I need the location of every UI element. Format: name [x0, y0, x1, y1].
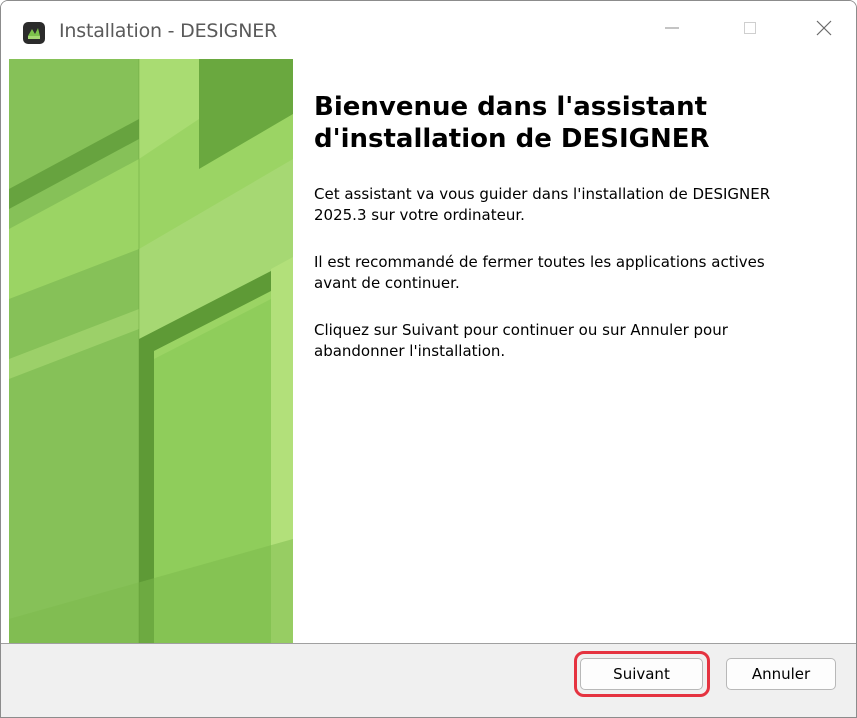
instruction-line-2: abandonner l'installation.: [314, 342, 506, 360]
intro-line-1: Cet assistant va vous guider dans l'inst…: [314, 185, 771, 203]
cancel-button[interactable]: Annuler: [726, 658, 836, 690]
instruction-paragraph: Cliquez sur Suivant pour continuer ou su…: [314, 320, 834, 362]
heading-line-1: Bienvenue dans l'assistant: [314, 92, 708, 122]
instruction-line-1: Cliquez sur Suivant pour continuer ou su…: [314, 321, 728, 339]
intro-paragraph: Cet assistant va vous guider dans l'inst…: [314, 184, 834, 226]
welcome-heading: Bienvenue dans l'assistant d'installatio…: [314, 91, 834, 155]
maximize-button[interactable]: [719, 1, 781, 59]
minimize-icon: [664, 20, 680, 41]
app-icon: [23, 22, 45, 44]
recommendation-line-2: avant de continuer.: [314, 274, 460, 292]
next-button[interactable]: Suivant: [580, 658, 703, 690]
window-title: Installation - DESIGNER: [59, 20, 278, 42]
title-bar[interactable]: Installation - DESIGNER: [1, 1, 856, 59]
recommendation-line-1: Il est recommandé de fermer toutes les a…: [314, 253, 765, 271]
intro-line-2: 2025.3 sur votre ordinateur.: [314, 206, 525, 224]
close-icon: [815, 19, 833, 42]
minimize-button[interactable]: [641, 1, 703, 59]
close-button[interactable]: [793, 1, 855, 59]
installer-window: Installation - DESIGNER Bienvenue dans l…: [0, 0, 857, 718]
wizard-banner-image: [9, 59, 293, 643]
maximize-icon: [742, 20, 758, 41]
heading-line-2: d'installation de DESIGNER: [314, 124, 710, 154]
recommendation-paragraph: Il est recommandé de fermer toutes les a…: [314, 252, 834, 294]
